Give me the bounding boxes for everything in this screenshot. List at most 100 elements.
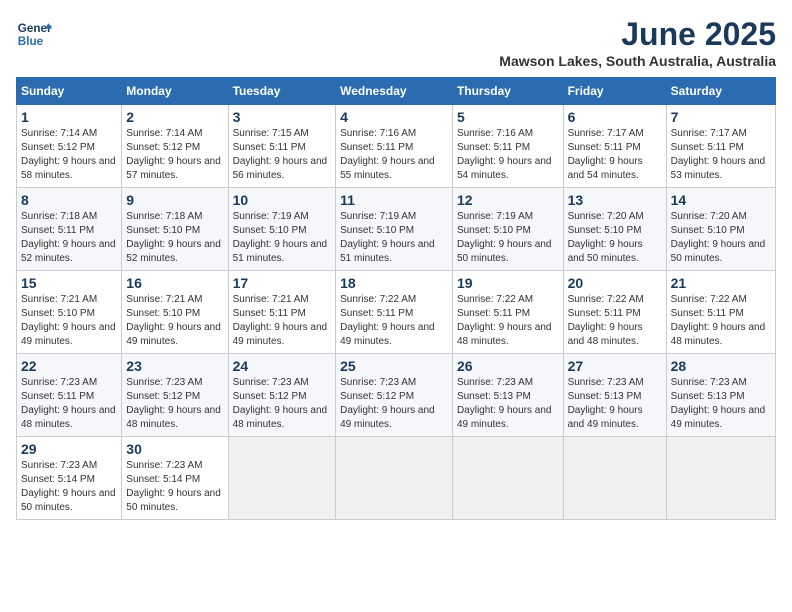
logo-icon: General Blue [16, 16, 52, 52]
day-number: 20 [568, 275, 662, 291]
calendar-cell: 2Sunrise: 7:14 AMSunset: 5:12 PMDaylight… [122, 105, 228, 188]
calendar-cell [336, 437, 453, 520]
day-info: Sunrise: 7:23 AMSunset: 5:11 PMDaylight:… [21, 377, 116, 430]
calendar-cell: 10 Sunrise: 7:19 AMSunset: 5:10 PMDayligh… [228, 188, 336, 271]
day-number: 17 [233, 275, 332, 291]
calendar-cell: 21Sunrise: 7:22 AMSunset: 5:11 PMDayligh… [666, 271, 775, 354]
calendar-week-4: 29 Sunrise: 7:23 AMSunset: 5:14 PMDayligh… [17, 437, 776, 520]
calendar-cell: 9 Sunrise: 7:18 AMSunset: 5:10 PMDaylight… [122, 188, 228, 271]
day-info: Sunrise: 7:14 AMSunset: 5:12 PMDaylight:… [126, 128, 221, 181]
day-info: Sunrise: 7:14 AMSunset: 5:12 PMDaylight:… [21, 128, 116, 181]
header-row: Sunday Monday Tuesday Wednesday Thursday… [17, 78, 776, 105]
day-info: Sunrise: 7:16 AMSunset: 5:11 PMDaylight:… [457, 128, 552, 181]
calendar-cell: 29 Sunrise: 7:23 AMSunset: 5:14 PMDayligh… [17, 437, 122, 520]
day-number: 22 [21, 358, 117, 374]
day-info: Sunrise: 7:22 AMSunset: 5:11 PMDaylight:… [568, 294, 644, 347]
day-number: 4 [340, 109, 448, 125]
calendar-cell: 3 Sunrise: 7:15 AMSunset: 5:11 PMDaylight… [228, 105, 336, 188]
day-number: 29 [21, 441, 117, 457]
day-number: 3 [233, 109, 332, 125]
calendar-cell: 11Sunrise: 7:19 AMSunset: 5:10 PMDayligh… [336, 188, 453, 271]
day-info: Sunrise: 7:21 AMSunset: 5:10 PMDaylight:… [21, 294, 116, 347]
calendar-cell: 24 Sunrise: 7:23 AMSunset: 5:12 PMDayligh… [228, 354, 336, 437]
calendar-cell: 26 Sunrise: 7:23 AMSunset: 5:13 PMDayligh… [452, 354, 563, 437]
day-number: 28 [671, 358, 771, 374]
day-number: 24 [233, 358, 332, 374]
day-info: Sunrise: 7:18 AMSunset: 5:10 PMDaylight:… [126, 211, 221, 264]
day-info: Sunrise: 7:16 AMSunset: 5:11 PMDaylight:… [340, 128, 435, 181]
day-number: 13 [568, 192, 662, 208]
day-number: 27 [568, 358, 662, 374]
svg-text:General: General [18, 22, 52, 35]
calendar-cell [666, 437, 775, 520]
calendar-cell: 4 Sunrise: 7:16 AMSunset: 5:11 PMDaylight… [336, 105, 453, 188]
calendar-week-1: 8Sunrise: 7:18 AMSunset: 5:11 PMDaylight… [17, 188, 776, 271]
day-info: Sunrise: 7:21 AMSunset: 5:10 PMDaylight:… [126, 294, 221, 347]
calendar-cell [228, 437, 336, 520]
day-number: 19 [457, 275, 559, 291]
calendar-cell: 12Sunrise: 7:19 AMSunset: 5:10 PMDayligh… [452, 188, 563, 271]
header: General Blue June 2025 Mawson Lakes, Sou… [16, 16, 776, 69]
col-sunday: Sunday [17, 78, 122, 105]
col-wednesday: Wednesday [336, 78, 453, 105]
day-info: Sunrise: 7:19 AMSunset: 5:10 PMDaylight:… [233, 211, 328, 264]
calendar-cell: 13 Sunrise: 7:20 AMSunset: 5:10 PMDayligh… [563, 188, 666, 271]
calendar-cell: 15 Sunrise: 7:21 AMSunset: 5:10 PMDayligh… [17, 271, 122, 354]
day-info: Sunrise: 7:23 AMSunset: 5:14 PMDaylight:… [21, 460, 116, 513]
day-info: Sunrise: 7:22 AMSunset: 5:11 PMDaylight:… [457, 294, 552, 347]
calendar-body: 1 Sunrise: 7:14 AMSunset: 5:12 PMDaylight… [17, 105, 776, 520]
calendar-week-3: 22 Sunrise: 7:23 AMSunset: 5:11 PMDayligh… [17, 354, 776, 437]
calendar-cell: 7Sunrise: 7:17 AMSunset: 5:11 PMDaylight… [666, 105, 775, 188]
col-saturday: Saturday [666, 78, 775, 105]
calendar-cell: 17 Sunrise: 7:21 AMSunset: 5:11 PMDayligh… [228, 271, 336, 354]
calendar-cell: 18 Sunrise: 7:22 AMSunset: 5:11 PMDayligh… [336, 271, 453, 354]
title-area: June 2025 Mawson Lakes, South Australia,… [499, 16, 776, 69]
calendar-cell: 19 Sunrise: 7:22 AMSunset: 5:11 PMDayligh… [452, 271, 563, 354]
calendar-cell [452, 437, 563, 520]
col-thursday: Thursday [452, 78, 563, 105]
day-number: 14 [671, 192, 771, 208]
day-info: Sunrise: 7:23 AMSunset: 5:12 PMDaylight:… [233, 377, 328, 430]
col-tuesday: Tuesday [228, 78, 336, 105]
day-number: 15 [21, 275, 117, 291]
day-number: 5 [457, 109, 559, 125]
month-year: June 2025 [499, 16, 776, 53]
day-info: Sunrise: 7:22 AMSunset: 5:11 PMDaylight:… [340, 294, 435, 347]
day-number: 25 [340, 358, 448, 374]
day-info: Sunrise: 7:23 AMSunset: 5:13 PMDaylight:… [568, 377, 644, 430]
calendar-cell [563, 437, 666, 520]
calendar-cell: 16 Sunrise: 7:21 AMSunset: 5:10 PMDayligh… [122, 271, 228, 354]
day-info: Sunrise: 7:23 AMSunset: 5:13 PMDaylight:… [457, 377, 552, 430]
day-number: 21 [671, 275, 771, 291]
day-number: 7 [671, 109, 771, 125]
day-info: Sunrise: 7:21 AMSunset: 5:11 PMDaylight:… [233, 294, 328, 347]
day-info: Sunrise: 7:23 AMSunset: 5:13 PMDaylight:… [671, 377, 766, 430]
calendar-cell: 1 Sunrise: 7:14 AMSunset: 5:12 PMDaylight… [17, 105, 122, 188]
day-info: Sunrise: 7:19 AMSunset: 5:10 PMDaylight:… [457, 211, 552, 264]
calendar-cell: 25Sunrise: 7:23 AMSunset: 5:12 PMDayligh… [336, 354, 453, 437]
day-info: Sunrise: 7:18 AMSunset: 5:11 PMDaylight:… [21, 211, 116, 264]
calendar-cell: 27 Sunrise: 7:23 AMSunset: 5:13 PMDayligh… [563, 354, 666, 437]
day-number: 26 [457, 358, 559, 374]
day-info: Sunrise: 7:15 AMSunset: 5:11 PMDaylight:… [233, 128, 328, 181]
calendar-cell: 8Sunrise: 7:18 AMSunset: 5:11 PMDaylight… [17, 188, 122, 271]
calendar-table: Sunday Monday Tuesday Wednesday Thursday… [16, 77, 776, 520]
calendar-week-0: 1 Sunrise: 7:14 AMSunset: 5:12 PMDaylight… [17, 105, 776, 188]
calendar-cell: 30 Sunrise: 7:23 AMSunset: 5:14 PMDayligh… [122, 437, 228, 520]
calendar-cell: 20 Sunrise: 7:22 AMSunset: 5:11 PMDayligh… [563, 271, 666, 354]
location: Mawson Lakes, South Australia, Australia [499, 53, 776, 69]
day-info: Sunrise: 7:23 AMSunset: 5:14 PMDaylight:… [126, 460, 221, 513]
calendar-cell: 14Sunrise: 7:20 AMSunset: 5:10 PMDayligh… [666, 188, 775, 271]
calendar-cell: 28 Sunrise: 7:23 AMSunset: 5:13 PMDayligh… [666, 354, 775, 437]
day-number: 9 [126, 192, 223, 208]
day-info: Sunrise: 7:20 AMSunset: 5:10 PMDaylight:… [568, 211, 644, 264]
day-number: 16 [126, 275, 223, 291]
day-number: 11 [340, 192, 448, 208]
day-number: 10 [233, 192, 332, 208]
day-number: 6 [568, 109, 662, 125]
day-number: 1 [21, 109, 117, 125]
calendar-cell: 22 Sunrise: 7:23 AMSunset: 5:11 PMDayligh… [17, 354, 122, 437]
calendar-cell: 23Sunrise: 7:23 AMSunset: 5:12 PMDayligh… [122, 354, 228, 437]
day-number: 18 [340, 275, 448, 291]
day-number: 30 [126, 441, 223, 457]
